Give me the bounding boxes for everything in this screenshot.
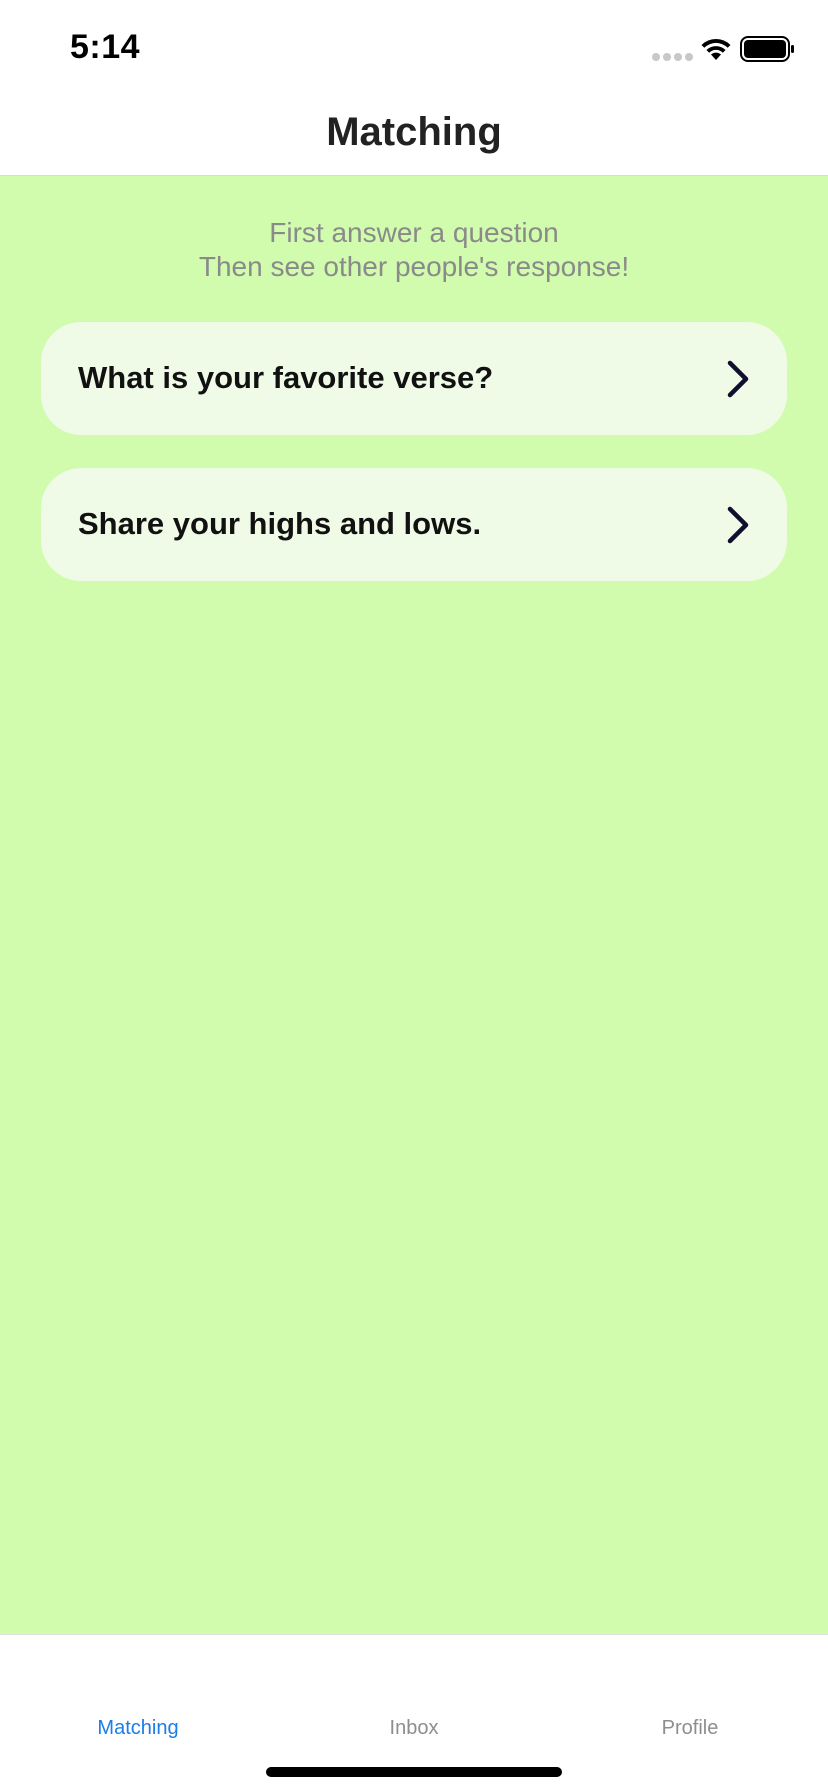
status-bar: 5:14 [0, 0, 828, 96]
signal-dots-icon [652, 53, 693, 61]
question-label: Share your highs and lows. [78, 506, 482, 541]
wifi-icon [701, 38, 731, 60]
tab-profile[interactable]: Profile [552, 1717, 828, 1740]
question-card-favorite-verse[interactable]: What is your favorite verse? [41, 322, 787, 435]
battery-icon [740, 36, 794, 62]
chevron-right-icon [727, 506, 749, 544]
subtitle-line-2: Then see other people's response! [198, 251, 630, 282]
page-title: Matching [326, 110, 502, 154]
main-content: First answer a question Then see other p… [0, 176, 828, 1634]
subtitle: First answer a question Then see other p… [0, 216, 828, 284]
question-card-highs-and-lows[interactable]: Share your highs and lows. [41, 468, 787, 581]
tab-inbox[interactable]: Inbox [276, 1717, 552, 1740]
question-label: What is your favorite verse? [78, 360, 494, 395]
chevron-right-icon [727, 360, 749, 398]
tab-bar: Matching Inbox Profile [0, 1634, 828, 1792]
tab-matching[interactable]: Matching [0, 1717, 276, 1740]
subtitle-line-1: First answer a question [269, 217, 559, 248]
home-indicator [266, 1767, 562, 1777]
status-time: 5:14 [70, 28, 141, 66]
navigation-bar: Matching [0, 96, 828, 176]
